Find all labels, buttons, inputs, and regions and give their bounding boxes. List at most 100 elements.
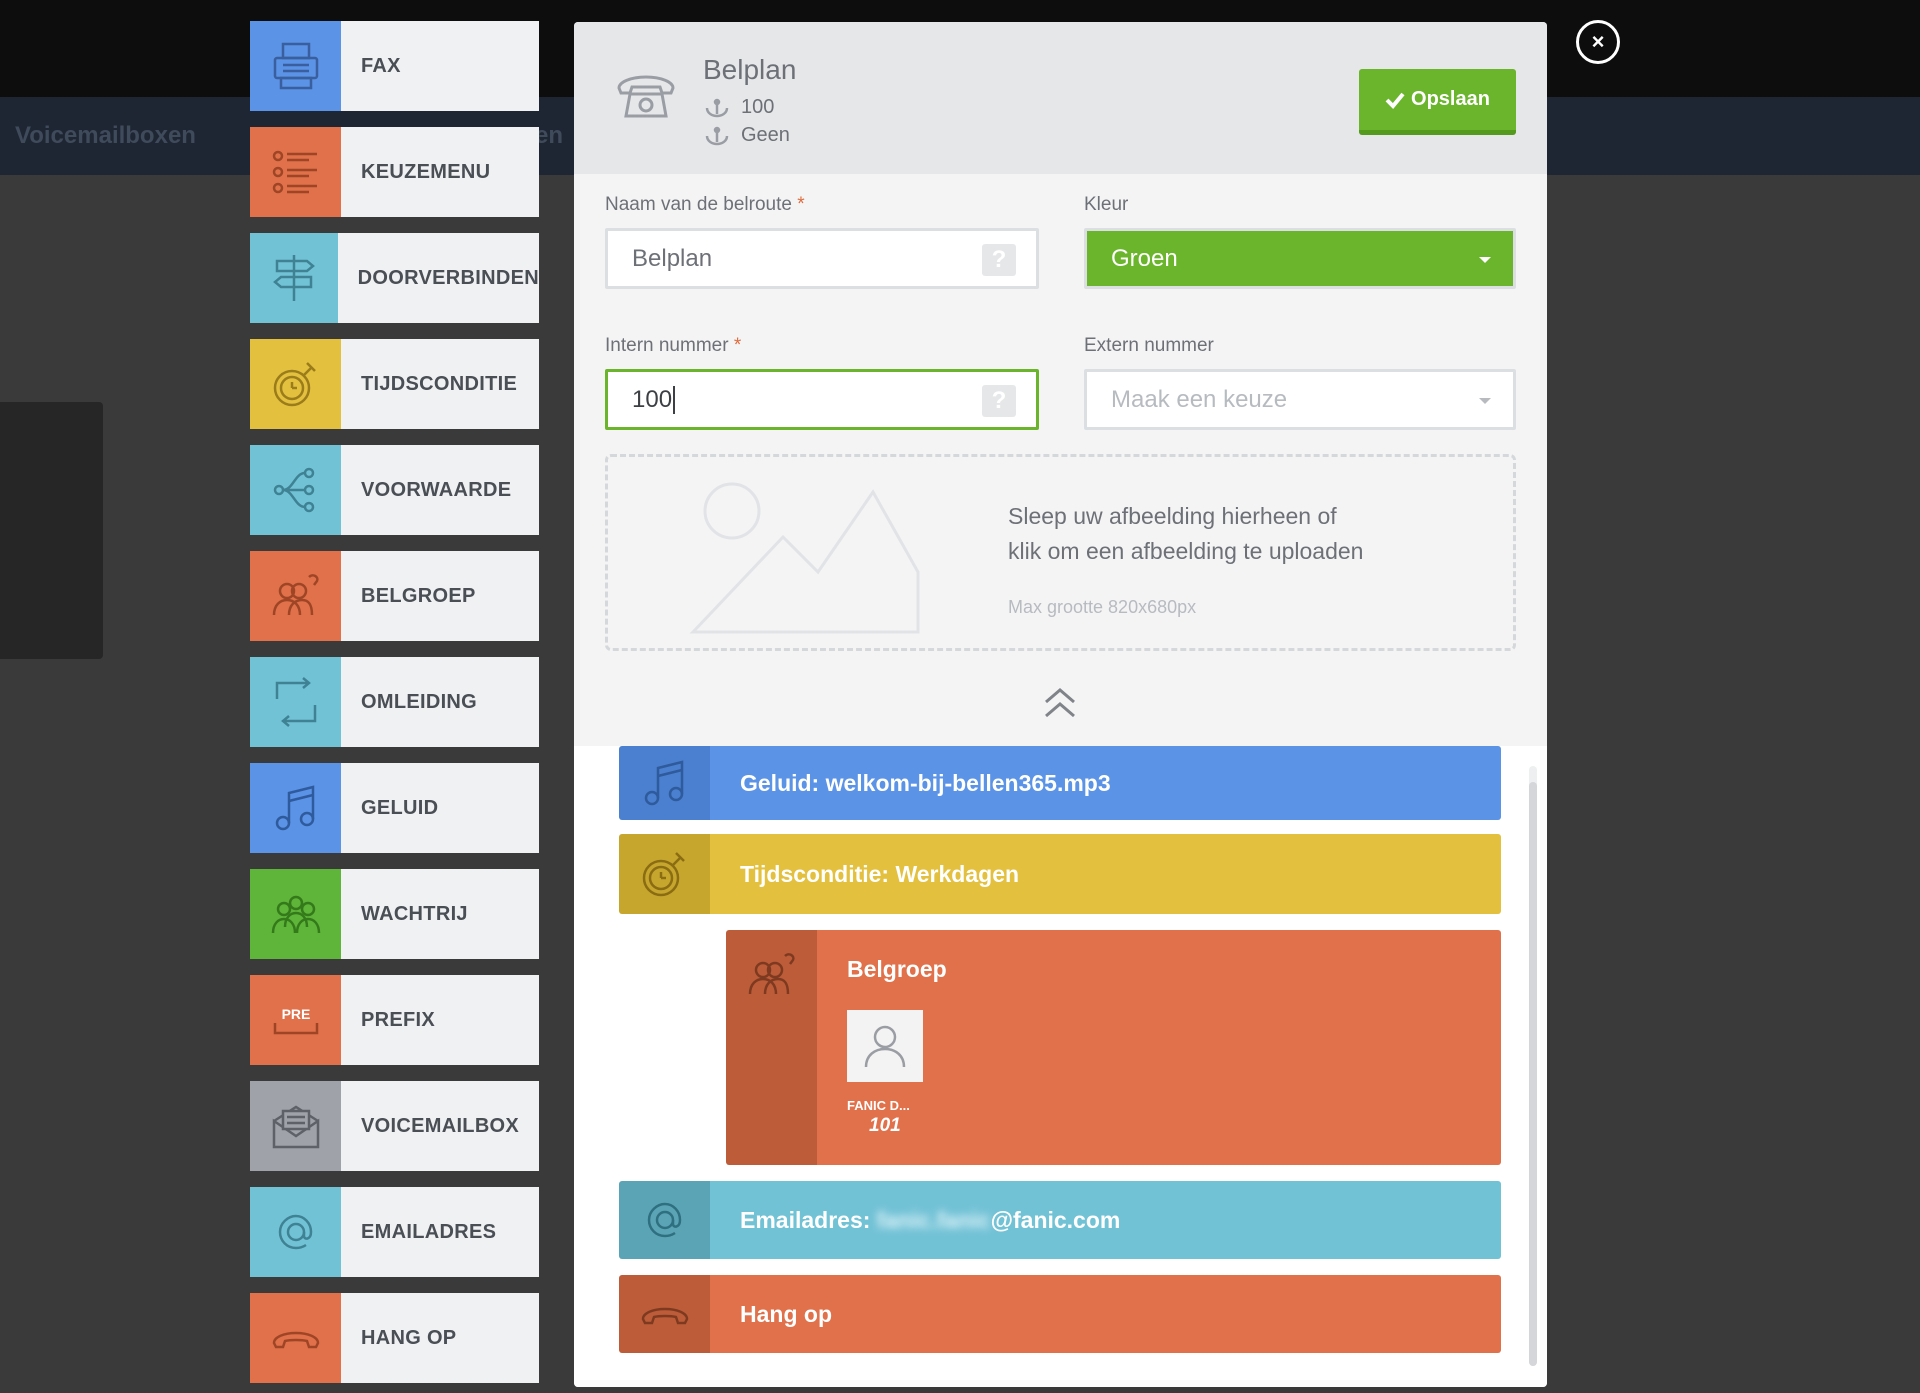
member-extension: 101 [869,1115,901,1136]
tool-label: PREFIX [341,975,539,1065]
intern-value: 100 [632,385,673,413]
belgroep-title: Belgroep [847,956,947,982]
prefix-icon: PRE [250,975,341,1065]
extern-label: Extern nummer [1084,335,1214,356]
color-label: Kleur [1084,194,1129,215]
image-dropzone[interactable]: Sleep uw afbeelding hierheen of klik om … [605,454,1516,651]
signpost-icon [250,233,338,323]
tool-label: KEUZEMENU [341,127,539,217]
image-placeholder-icon [688,477,928,642]
name-field[interactable]: Belplan ? [605,228,1039,289]
at-sign-icon [250,1187,341,1277]
flow-scrollbar[interactable] [1529,766,1537,1366]
tool-label: VOORWAARDE [341,445,539,535]
intern-number-field[interactable]: 100 ? [605,369,1039,430]
svg-text:PRE: PRE [281,1006,310,1022]
chevron-down-icon [1479,257,1491,263]
tool-label: GELUID [341,763,539,853]
at-sign-icon [619,1181,710,1259]
tool-emailadres[interactable]: EMAILADRES [250,1187,539,1277]
telephone-icon [616,72,676,127]
tool-label: EMAILADRES [341,1187,539,1277]
tool-doorverbinden[interactable]: DOORVERBINDEN [250,233,539,323]
meta-intern: 100 [741,96,775,118]
tool-omleiding[interactable]: OMLEIDING [250,657,539,747]
tool-fax[interactable]: FAX [250,21,539,111]
background-nav-partial: en [535,122,564,149]
music-note-icon [250,763,341,853]
hang-up-icon [619,1275,710,1353]
close-icon[interactable]: × [1576,20,1620,64]
modal-header: Belplan 100 Geen Opslaan [574,22,1547,174]
tool-wachtrij[interactable]: WACHTRIJ [250,869,539,959]
meta-intern-row: 100 [703,96,774,119]
help-icon[interactable]: ? [982,244,1016,276]
name-label: Naam van de belroute * [605,194,805,215]
fax-icon [250,21,341,111]
name-value: Belplan [632,244,713,272]
group-call-icon [250,551,341,641]
music-note-icon [619,746,710,820]
belplan-modal: Belplan 100 Geen Opslaan Naam van de bel… [574,22,1547,1387]
hang-up-icon [250,1293,341,1383]
branch-icon [250,445,341,535]
flow-block-label: Emailadres: fanic.fanic @fanic.com [710,1181,1501,1259]
tool-label: OMLEIDING [341,657,539,747]
anchor-icon [705,126,729,145]
stopwatch-icon [619,834,710,914]
flow-block-tijdsconditie[interactable]: Tijdsconditie: Werkdagen [619,834,1501,914]
user-icon [864,1025,906,1068]
meta-extern-row: Geen [703,124,790,147]
tool-prefix[interactable]: PRE PREFIX [250,975,539,1065]
save-button[interactable]: Opslaan [1359,69,1516,135]
intern-label: Intern nummer * [605,335,742,356]
stopwatch-icon [250,339,341,429]
group-call-icon [726,930,817,1165]
extern-placeholder: Maak een keuze [1111,385,1288,413]
tool-hang-op[interactable]: HANG OP [250,1293,539,1383]
flow-block-geluid[interactable]: Geluid: welkom-bij-bellen365.mp3 [619,746,1501,820]
member-name: FANIC D... [847,1098,910,1113]
color-select[interactable]: Groen [1084,228,1516,289]
save-button-label: Opslaan [1411,88,1490,110]
modal-title: Belplan [703,54,797,85]
tool-label: BELGROEP [341,551,539,641]
envelope-icon [250,1081,341,1171]
flow-block-label: Geluid: welkom-bij-bellen365.mp3 [710,746,1501,820]
tool-label: DOORVERBINDEN [337,233,539,323]
background-nav-voicemailboxen: Voicemailboxen [15,122,196,149]
redirect-icon [250,657,341,747]
avatar[interactable] [847,1010,923,1082]
flow-block-emailadres[interactable]: Emailadres: fanic.fanic @fanic.com [619,1181,1501,1259]
flow-block-belgroep[interactable]: Belgroep FANIC D... 101 [726,930,1501,1165]
extern-number-select[interactable]: Maak een keuze [1084,369,1516,430]
flow-block-label: Hang op [710,1275,1501,1353]
tool-label: WACHTRIJ [341,869,539,959]
checkmark-icon [1385,92,1405,109]
flow-scroll-thumb[interactable] [1529,782,1537,1366]
tool-geluid[interactable]: GELUID [250,763,539,853]
tool-label: TIJDSCONDITIE [341,339,539,429]
flow-block-label: Tijdsconditie: Werkdagen [710,834,1501,914]
tool-label: FAX [341,21,539,111]
help-icon[interactable]: ? [982,385,1016,417]
background-panel [0,402,103,659]
tool-label: HANG OP [341,1293,539,1383]
redacted-email-user: fanic.fanic [876,1206,991,1233]
queue-icon [250,869,341,959]
tool-voicemailbox[interactable]: VOICEMAILBOX [250,1081,539,1171]
chevron-double-up-icon[interactable] [1042,684,1078,725]
tool-tijdsconditie[interactable]: TIJDSCONDITIE [250,339,539,429]
tool-voorwaarde[interactable]: VOORWAARDE [250,445,539,535]
list-menu-icon [250,127,341,217]
color-value: Groen [1111,244,1178,272]
belgroep-body: Belgroep FANIC D... 101 [817,930,1501,1165]
chevron-down-icon [1479,398,1491,404]
tool-belgroep[interactable]: BELGROEP [250,551,539,641]
text-cursor [673,385,676,414]
dropzone-max-size: Max grootte 820x680px [1008,597,1197,617]
flow-block-hang-op[interactable]: Hang op [619,1275,1501,1353]
tool-keuzemenu[interactable]: KEUZEMENU [250,127,539,217]
dropzone-instructions: Sleep uw afbeelding hierheen of klik om … [1008,503,1364,564]
anchor-icon [705,98,729,117]
